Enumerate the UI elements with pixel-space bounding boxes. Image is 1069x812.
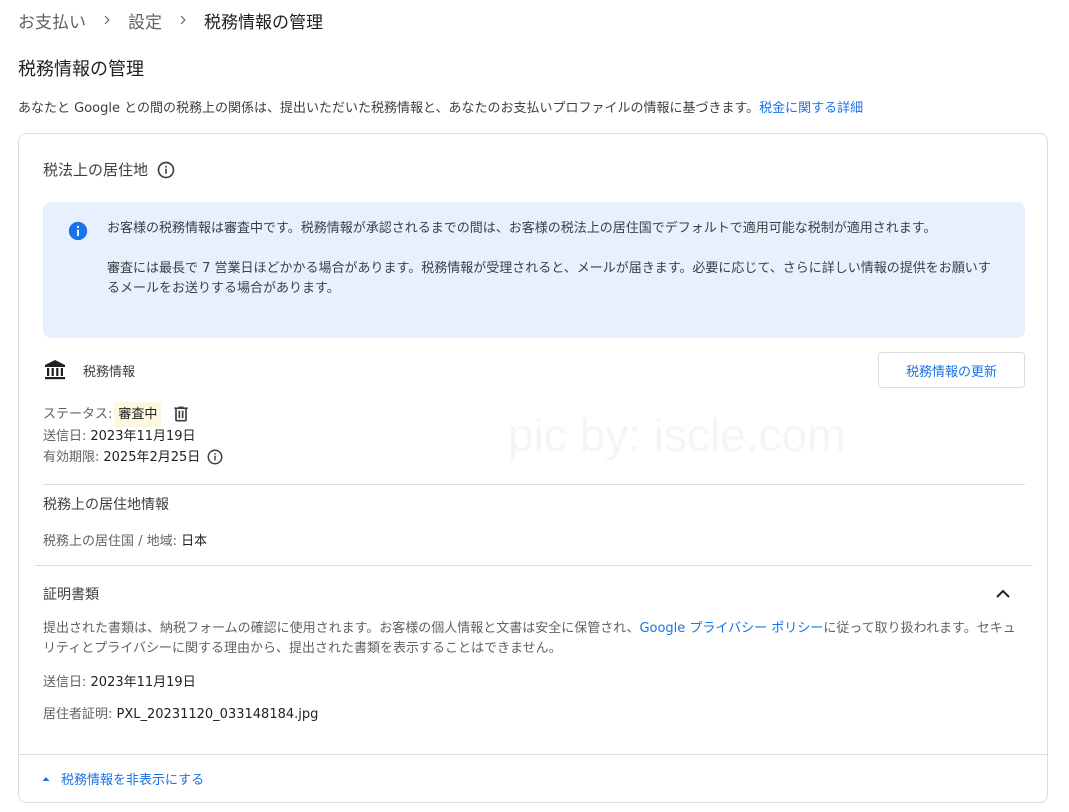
chevron-right-icon [100,13,114,27]
expiry-date-label: 有効期限: [43,449,100,465]
status-label: ステータス: [43,406,113,422]
watermark: pic by: iscle.com [508,408,845,462]
info-icon[interactable] [206,448,224,466]
sent-date-label: 送信日: [43,428,87,444]
arrow-up-icon [41,774,51,784]
status-badge: 審査中 [114,401,162,427]
expiry-date-value: 2025年2月25日 [103,449,201,465]
tax-info-label: 税務情報 [83,365,136,380]
divider [19,754,1047,755]
divider [35,565,1033,566]
hide-tax-info-label: 税務情報を非表示にする [61,773,205,788]
documents-sent-value: 2023年11月19日 [90,675,196,690]
residence-country-label: 税務上の居住国 / 地域: [43,534,178,549]
notice-line-2: 審査には最長で 7 営業日ほどかかる場合があります。税務情報が受理されると、メー… [107,261,991,296]
residency-certificate-line: 居住者証明: PXL_20231120_033148184.jpg [43,703,318,722]
residence-info-title: 税務上の居住地情報 [43,497,169,513]
status-line: ステータス: 審査中 [43,401,224,427]
residency-certificate-label: 居住者証明: [43,707,113,722]
sent-date-line: 送信日: 2023年11月19日 [43,426,224,446]
breadcrumb-item-settings[interactable]: 設定 [128,8,162,33]
intro-text: あなたと Google との間の税務上の関係は、提出いただいた税務情報と、あなた… [18,97,1058,116]
info-icon[interactable] [156,160,176,180]
chevron-up-icon[interactable] [991,582,1015,606]
info-filled-icon [67,220,89,242]
sent-date-value: 2023年11月19日 [90,428,196,444]
documents-desc-before: 提出された書類は、納税フォームの確認に使用されます。お客様の個人情報と文書は安全… [43,621,640,636]
residency-section-title: 税法上の居住地 [43,159,176,180]
breadcrumb: お支払い 設定 税務情報の管理 [18,7,323,33]
bank-icon [43,358,67,382]
documents-sent-label: 送信日: [43,675,87,690]
residency-title-text: 税法上の居住地 [43,161,149,179]
notice-line-1: お客様の税務情報は審査中です。税務情報が承認されるまでの間は、お客様の税法上の居… [107,221,937,236]
documents-description: 提出された書類は、納税フォームの確認に使用されます。お客様の個人情報と文書は安全… [43,619,1023,659]
tax-info-page: お支払い 設定 税務情報の管理 税務情報の管理 あなたと Google との間の… [0,0,1069,812]
breadcrumb-current: 税務情報の管理 [204,12,323,33]
residence-country-line: 税務上の居住国 / 地域: 日本 [43,530,207,549]
update-tax-info-button[interactable]: 税務情報の更新 [878,352,1025,388]
documents-header[interactable]: 証明書類 [43,584,1025,604]
privacy-policy-link[interactable]: Google プライバシー ポリシー [639,621,823,636]
divider [43,484,1025,485]
residence-country-value: 日本 [181,534,208,549]
expiry-date-line: 有効期限: 2025年2月25日 [43,446,224,468]
tax-residency-card: 税法上の居住地 お客様の税務情報は審査中です。税務情報が承認されるまでの間は、お… [18,133,1048,803]
documents-title: 証明書類 [43,587,99,603]
tax-details-link[interactable]: 税金に関する詳細 [759,101,863,116]
tax-info-row: 税務情報 税務情報の更新 [43,352,1025,388]
tax-status-block: ステータス: 審査中 送信日: 2023年11月19日 有効期限: 2025年2… [43,401,224,468]
intro-sentence: あなたと Google との間の税務上の関係は、提出いただいた税務情報と、あなた… [18,101,760,116]
chevron-right-icon [176,13,190,27]
hide-tax-info-toggle[interactable]: 税務情報を非表示にする [41,769,204,788]
page-title: 税務情報の管理 [18,59,144,80]
trash-icon[interactable] [171,404,191,424]
review-notice: お客様の税務情報は審査中です。税務情報が承認されるまでの間は、お客様の税法上の居… [43,202,1025,338]
breadcrumb-item-payments[interactable]: お支払い [18,8,86,33]
residency-certificate-file: PXL_20231120_033148184.jpg [116,707,319,722]
documents-sent-line: 送信日: 2023年11月19日 [43,671,196,690]
